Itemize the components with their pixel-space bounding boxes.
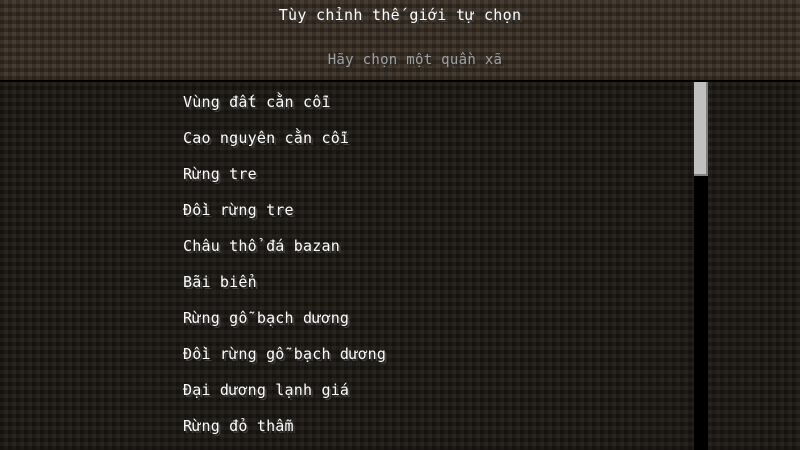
biome-list: Vùng đất cằn cỗi Cao nguyên cằn cỗi Rừng… <box>183 82 386 442</box>
biome-list-panel[interactable]: Vùng đất cằn cỗi Cao nguyên cằn cỗi Rừng… <box>0 82 800 450</box>
list-item[interactable]: Bãi biển <box>183 262 386 298</box>
list-item[interactable]: Đồi rừng gỗ bạch dương <box>183 334 386 370</box>
list-item[interactable]: Rừng gỗ bạch dương <box>183 298 386 334</box>
list-item[interactable]: Châu thổ đá bazan <box>183 226 386 262</box>
page-title: Tùy chỉnh thế giới tự chọn <box>278 6 522 24</box>
list-item[interactable]: Cao nguyên cằn cỗi <box>183 118 386 154</box>
scrollbar-track[interactable] <box>694 82 708 450</box>
header-panel: Tùy chỉnh thế giới tự chọn Hãy chọn một … <box>0 0 800 82</box>
list-item[interactable]: Rừng đỏ thẫm <box>183 406 386 442</box>
scrollbar-thumb[interactable] <box>694 82 708 176</box>
list-item[interactable]: Rừng tre <box>183 154 386 190</box>
page-subtitle: Hãy chọn một quần xã <box>327 52 503 68</box>
list-item[interactable]: Vùng đất cằn cỗi <box>183 82 386 118</box>
list-item[interactable]: Đại dương lạnh giá <box>183 370 386 406</box>
list-item[interactable]: Đồi rừng tre <box>183 190 386 226</box>
